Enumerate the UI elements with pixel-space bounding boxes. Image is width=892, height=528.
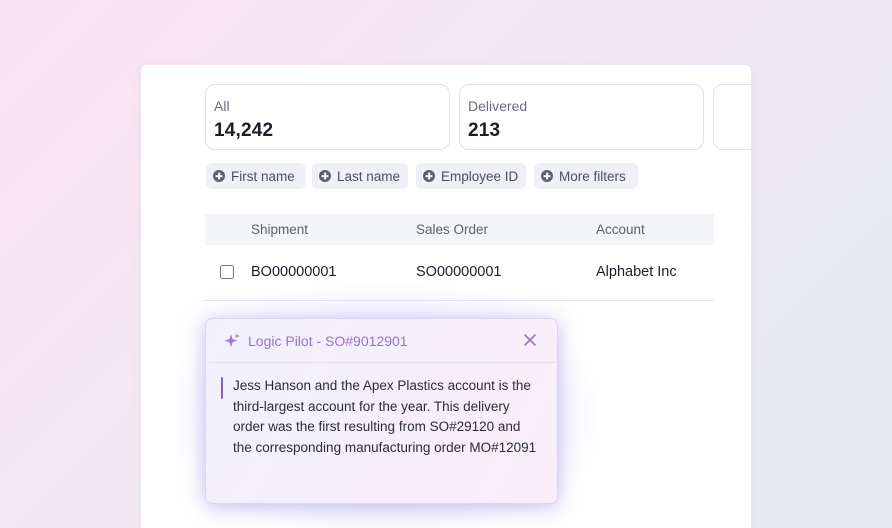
row-checkbox[interactable] bbox=[220, 265, 234, 279]
pilot-title: Logic Pilot - SO#9012901 bbox=[248, 333, 408, 349]
plus-circle-icon bbox=[541, 170, 553, 182]
stat-delivered[interactable]: Delivered 213 bbox=[459, 84, 704, 150]
filter-more[interactable]: More filters bbox=[534, 163, 638, 189]
cell-sales-order: SO00000001 bbox=[416, 264, 502, 280]
filter-first-name[interactable]: First name bbox=[206, 163, 306, 189]
stat-all[interactable]: All 14,242 bbox=[205, 84, 450, 150]
column-shipment[interactable]: Shipment bbox=[251, 222, 308, 237]
close-icon[interactable] bbox=[523, 333, 537, 347]
column-sales-order[interactable]: Sales Order bbox=[416, 222, 488, 237]
column-account[interactable]: Account bbox=[596, 222, 645, 237]
filter-label: More filters bbox=[559, 168, 626, 184]
cell-shipment: BO00000001 bbox=[251, 264, 337, 280]
filter-label: Last name bbox=[337, 168, 401, 184]
table-header: Shipment Sales Order Account bbox=[205, 214, 714, 245]
stat-partial[interactable] bbox=[713, 84, 751, 150]
plus-circle-icon bbox=[423, 170, 435, 182]
stat-all-label: All bbox=[214, 98, 230, 114]
stat-all-value: 14,242 bbox=[214, 120, 274, 141]
plus-circle-icon bbox=[319, 170, 331, 182]
cell-account: Alphabet Inc bbox=[596, 264, 677, 280]
filter-label: First name bbox=[231, 168, 295, 184]
pilot-message: Jess Hanson and the Apex Plastics accoun… bbox=[233, 378, 537, 455]
plus-circle-icon bbox=[213, 170, 225, 182]
logic-pilot-panel: Logic Pilot - SO#9012901 Jess Hanson and… bbox=[205, 318, 558, 504]
filter-label: Employee ID bbox=[441, 168, 519, 184]
sparkle-icon bbox=[224, 333, 240, 347]
filter-employee-id[interactable]: Employee ID bbox=[416, 163, 526, 189]
table-row[interactable]: BO00000001 SO00000001 Alphabet Inc bbox=[205, 249, 714, 301]
stat-delivered-value: 213 bbox=[468, 120, 501, 141]
stat-delivered-label: Delivered bbox=[468, 98, 528, 114]
quote-bar bbox=[221, 377, 223, 399]
filter-last-name[interactable]: Last name bbox=[312, 163, 408, 189]
pilot-header: Logic Pilot - SO#9012901 bbox=[206, 319, 557, 363]
